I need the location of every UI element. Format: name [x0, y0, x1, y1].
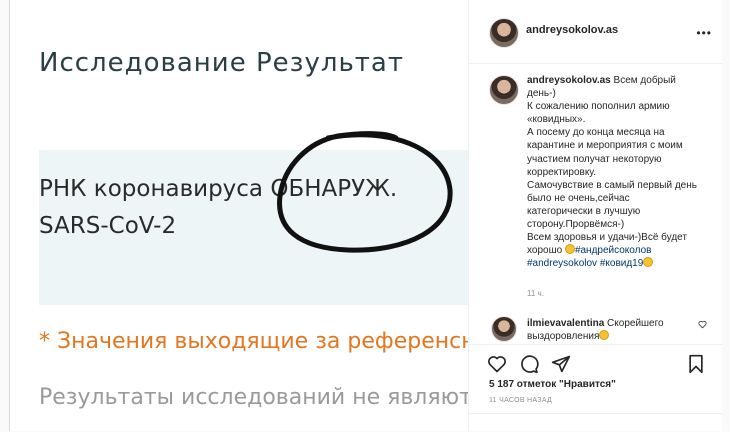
commenter-avatar[interactable] — [491, 316, 517, 342]
caption-time[interactable]: 11 ч. — [527, 289, 544, 298]
comment-like-heart-icon[interactable] — [698, 320, 707, 329]
post-sidebar: andreysokolov.as ••• andreysokolov.as Вс… — [468, 0, 722, 431]
caption-avatar[interactable] — [489, 75, 519, 105]
author-avatar[interactable] — [489, 18, 519, 48]
page: Исследование Результат РНК коронавируса … — [0, 0, 730, 431]
hashtag-link[interactable]: #ковид19 — [600, 258, 643, 269]
reference-footnote: * Значения выходящие за референсны — [39, 329, 468, 354]
hug-emoji-icon — [599, 330, 610, 340]
likes-count[interactable]: 5 187 отметок "Нравится" — [489, 379, 616, 390]
comment-icon[interactable] — [519, 354, 539, 374]
add-comment-bar — [469, 413, 722, 432]
hashtag-link[interactable]: #andreysokolov — [527, 258, 597, 269]
results-disclaimer: Результаты исследований не являются — [39, 385, 468, 410]
instagram-post: Исследование Результат РНК коронавируса … — [9, 0, 722, 431]
hand-drawn-circle — [277, 131, 453, 253]
bookmark-icon[interactable] — [686, 354, 706, 374]
posted-time[interactable]: 11 ЧАСОВ НАЗАД — [489, 397, 552, 404]
more-horizontal-icon[interactable]: ••• — [696, 26, 712, 40]
hashtag-link[interactable]: #андрейсоколов — [575, 245, 652, 256]
virus-name-line: SARS-CoV-2 — [39, 213, 177, 239]
smile-emoji-icon — [643, 257, 654, 268]
comment-row: ilmievavalentina Скорейшего выздоровлени… — [489, 316, 714, 346]
author-username[interactable]: andreysokolov.as — [526, 24, 618, 36]
document-title: Исследование Результат — [39, 48, 405, 78]
share-icon[interactable] — [551, 354, 571, 374]
caption-body: Всем добрый день-) К сожалению пополнил … — [527, 75, 697, 257]
smile-emoji-icon — [564, 244, 575, 255]
comment-text: ilmievavalentina Скорейшего выздоровлени… — [527, 318, 697, 343]
heart-icon[interactable] — [487, 354, 507, 374]
caption-username[interactable]: andreysokolov.as — [527, 75, 611, 86]
post-photo[interactable]: Исследование Результат РНК коронавируса … — [10, 0, 468, 431]
commenter-username[interactable]: ilmievavalentina — [527, 318, 604, 329]
post-header: andreysokolov.as ••• — [469, 0, 722, 64]
caption-text: andreysokolov.as Всем добрый день-) К со… — [527, 74, 697, 270]
